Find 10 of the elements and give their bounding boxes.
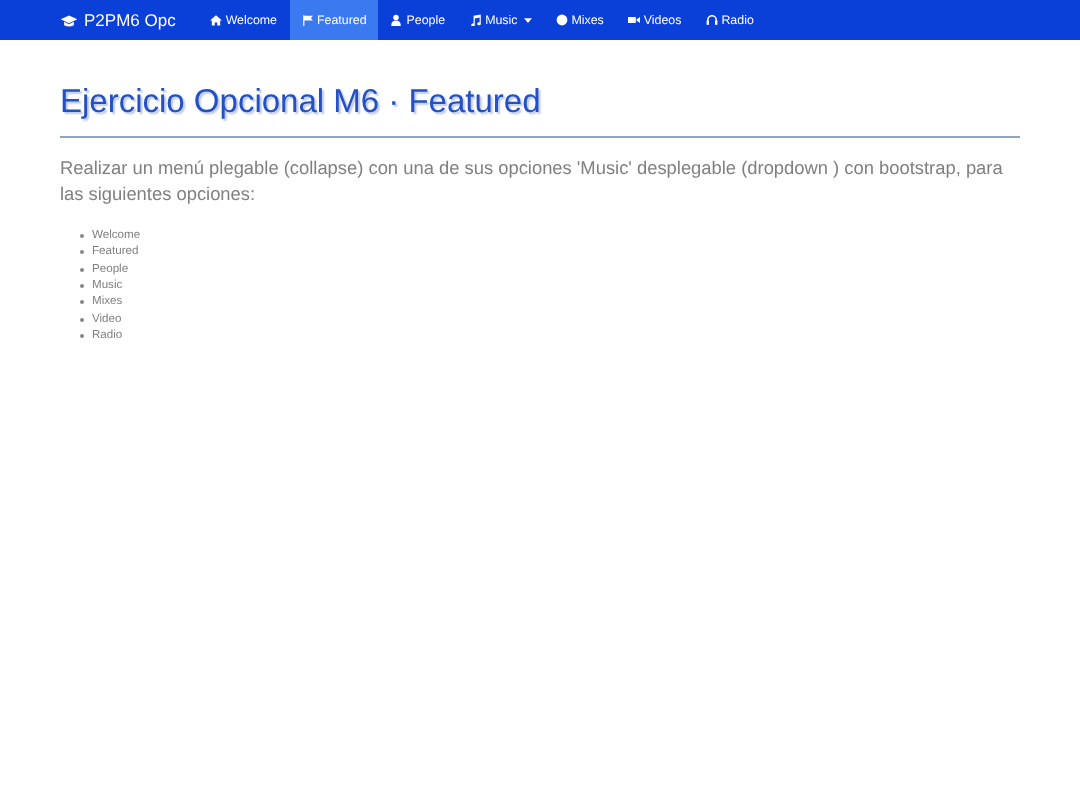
music-note-icon [469,14,482,26]
video-camera-icon [627,14,640,26]
brand-link[interactable]: P2PM6 Opc [60,0,176,40]
flag-icon [301,14,314,26]
home-icon [209,14,222,26]
description-text: Realizar un menú plegable (collapse) con una de sus opciones 'Music' desplegable (dropdown ) con bootstrap, para las siguientes opciones: [60,156,1005,208]
graduation-cap-icon [60,13,78,27]
person-icon [390,14,403,26]
page-heading: Ejercicio Opcional M6 · Featured [60,82,543,122]
headphones-icon [705,14,718,26]
